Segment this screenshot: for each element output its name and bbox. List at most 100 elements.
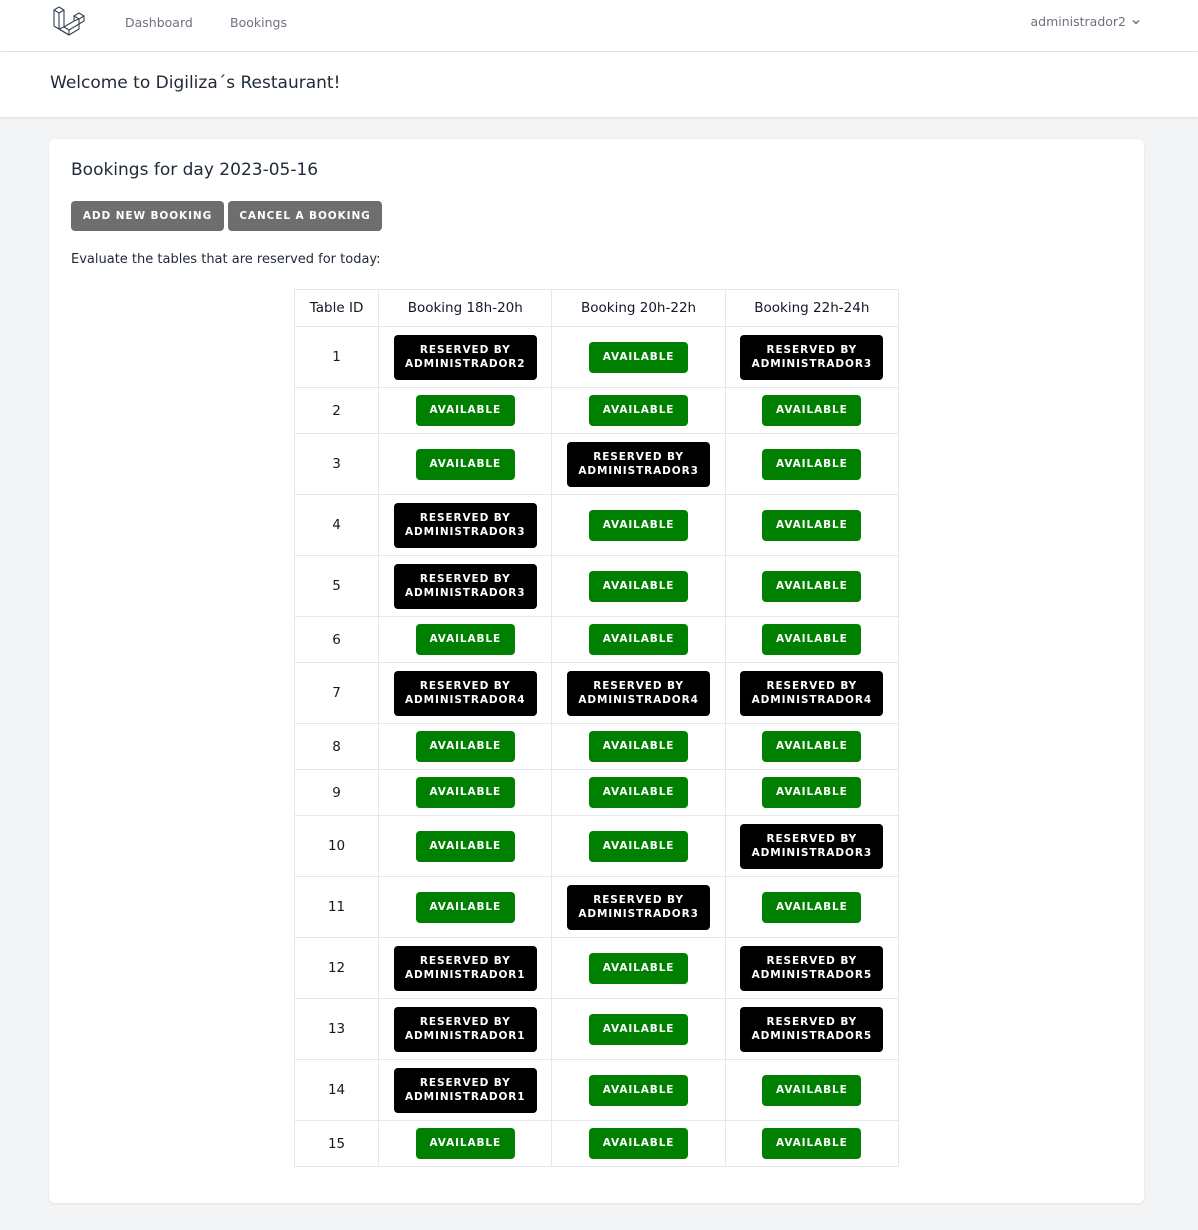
available-badge[interactable]: AVAILABLE xyxy=(415,448,515,480)
add-booking-button[interactable]: ADD NEW BOOKING xyxy=(71,201,224,231)
available-badge[interactable]: AVAILABLE xyxy=(415,731,515,762)
page-title: Welcome to Digiliza´s Restaurant! xyxy=(50,73,341,93)
reserved-badge[interactable]: RESERVED BY ADMINISTRADOR3 xyxy=(567,884,711,930)
booking-slot-cell: RESERVED BY ADMINISTRADOR3 xyxy=(724,815,900,877)
booking-slot-cell: AVAILABLE xyxy=(378,723,553,770)
reserved-badge[interactable]: RESERVED BY ADMINISTRADOR3 xyxy=(393,502,537,548)
available-badge[interactable]: AVAILABLE xyxy=(415,624,515,655)
nav-dashboard-link[interactable]: Dashboard xyxy=(125,15,193,30)
top-navbar: Dashboard Bookings administrador2 xyxy=(0,0,1198,52)
available-badge[interactable]: AVAILABLE xyxy=(762,1128,862,1159)
booking-slot-cell: AVAILABLE xyxy=(724,1059,900,1121)
booking-slot-cell: AVAILABLE xyxy=(724,1120,900,1167)
reserved-badge[interactable]: RESERVED BY ADMINISTRADOR3 xyxy=(567,441,711,487)
table-row: 14 RESERVED BY ADMINISTRADOR1 AVAILABLE AVA… xyxy=(293,1059,900,1121)
booking-slot-cell: AVAILABLE xyxy=(378,433,553,495)
booking-slot-cell: AVAILABLE xyxy=(724,769,900,816)
available-badge[interactable]: AVAILABLE xyxy=(589,624,689,655)
table-row: 15 AVAILABLE AVAILABLE AVAILABLE xyxy=(293,1120,900,1167)
laravel-logo-icon[interactable] xyxy=(52,5,86,39)
reserved-badge[interactable]: RESERVED BY ADMINISTRADOR3 xyxy=(740,823,884,869)
available-badge[interactable]: AVAILABLE xyxy=(762,891,862,923)
available-badge[interactable]: AVAILABLE xyxy=(762,777,862,808)
booking-slot-cell: AVAILABLE xyxy=(378,769,553,816)
table-id-cell: 8 xyxy=(293,723,380,770)
reserved-badge[interactable]: RESERVED BY ADMINISTRADOR1 xyxy=(393,1067,537,1113)
available-badge[interactable]: AVAILABLE xyxy=(589,777,689,808)
bookings-table: Table ID Booking 18h-20h Booking 20h-22h… xyxy=(293,289,900,1167)
table-row: 13 RESERVED BY ADMINISTRADOR1 AVAILABLE RES… xyxy=(293,998,900,1060)
reserved-badge[interactable]: RESERVED BY ADMINISTRADOR2 xyxy=(393,334,537,380)
reserved-badge[interactable]: RESERVED BY ADMINISTRADOR3 xyxy=(740,334,884,380)
available-badge[interactable]: AVAILABLE xyxy=(762,731,862,762)
available-badge[interactable]: AVAILABLE xyxy=(415,395,515,426)
table-row: 9 AVAILABLE AVAILABLE AVAILABLE xyxy=(293,769,900,816)
booking-slot-cell: AVAILABLE xyxy=(724,723,900,770)
column-header-table-id: Table ID xyxy=(293,289,380,327)
available-badge[interactable]: AVAILABLE xyxy=(415,830,515,862)
available-badge[interactable]: AVAILABLE xyxy=(762,1074,862,1106)
booking-slot-cell: RESERVED BY ADMINISTRADOR4 xyxy=(378,662,553,724)
reserved-badge[interactable]: RESERVED BY ADMINISTRADOR4 xyxy=(567,670,711,716)
available-badge[interactable]: AVAILABLE xyxy=(589,341,689,373)
booking-slot-cell: RESERVED BY ADMINISTRADOR1 xyxy=(378,998,553,1060)
page-header: Welcome to Digiliza´s Restaurant! xyxy=(0,52,1198,117)
booking-slot-cell: AVAILABLE xyxy=(551,616,726,663)
table-row: 4 RESERVED BY ADMINISTRADOR3 AVAILABLE AVAI… xyxy=(293,494,900,556)
available-badge[interactable]: AVAILABLE xyxy=(415,777,515,808)
booking-slot-cell: AVAILABLE xyxy=(724,433,900,495)
table-id-cell: 15 xyxy=(293,1120,380,1167)
available-badge[interactable]: AVAILABLE xyxy=(589,570,689,602)
available-badge[interactable]: AVAILABLE xyxy=(415,891,515,923)
table-row: 5 RESERVED BY ADMINISTRADOR3 AVAILABLE AVAI… xyxy=(293,555,900,617)
booking-slot-cell: AVAILABLE xyxy=(551,998,726,1060)
available-badge[interactable]: AVAILABLE xyxy=(589,395,689,426)
column-header-20h-22h: Booking 20h-22h xyxy=(551,289,726,327)
table-id-cell: 13 xyxy=(293,998,380,1060)
reserved-badge[interactable]: RESERVED BY ADMINISTRADOR4 xyxy=(740,670,884,716)
booking-slot-cell: RESERVED BY ADMINISTRADOR2 xyxy=(378,326,553,388)
booking-slot-cell: AVAILABLE xyxy=(378,815,553,877)
booking-slot-cell: AVAILABLE xyxy=(551,1059,726,1121)
booking-slot-cell: RESERVED BY ADMINISTRADOR4 xyxy=(724,662,900,724)
available-badge[interactable]: AVAILABLE xyxy=(589,509,689,541)
booking-slot-cell: AVAILABLE xyxy=(724,876,900,938)
booking-slot-cell: AVAILABLE xyxy=(551,387,726,434)
booking-slot-cell: RESERVED BY ADMINISTRADOR3 xyxy=(724,326,900,388)
available-badge[interactable]: AVAILABLE xyxy=(589,952,689,984)
available-badge[interactable]: AVAILABLE xyxy=(415,1128,515,1159)
reserved-badge[interactable]: RESERVED BY ADMINISTRADOR5 xyxy=(740,1006,884,1052)
available-badge[interactable]: AVAILABLE xyxy=(762,570,862,602)
table-id-cell: 2 xyxy=(293,387,380,434)
cancel-booking-button[interactable]: CANCEL A BOOKING xyxy=(228,201,382,231)
available-badge[interactable]: AVAILABLE xyxy=(589,731,689,762)
available-badge[interactable]: AVAILABLE xyxy=(762,395,862,426)
available-badge[interactable]: AVAILABLE xyxy=(762,624,862,655)
available-badge[interactable]: AVAILABLE xyxy=(589,830,689,862)
booking-slot-cell: RESERVED BY ADMINISTRADOR3 xyxy=(551,876,726,938)
available-badge[interactable]: AVAILABLE xyxy=(762,448,862,480)
available-badge[interactable]: AVAILABLE xyxy=(589,1128,689,1159)
reserved-badge[interactable]: RESERVED BY ADMINISTRADOR5 xyxy=(740,945,884,991)
reserved-badge[interactable]: RESERVED BY ADMINISTRADOR3 xyxy=(393,563,537,609)
available-badge[interactable]: AVAILABLE xyxy=(589,1013,689,1045)
booking-slot-cell: AVAILABLE xyxy=(551,1120,726,1167)
reserved-badge[interactable]: RESERVED BY ADMINISTRADOR1 xyxy=(393,1006,537,1052)
column-header-18h-20h: Booking 18h-20h xyxy=(378,289,553,327)
booking-slot-cell: AVAILABLE xyxy=(551,769,726,816)
booking-slot-cell: RESERVED BY ADMINISTRADOR4 xyxy=(551,662,726,724)
reserved-badge[interactable]: RESERVED BY ADMINISTRADOR4 xyxy=(393,670,537,716)
reserved-badge[interactable]: RESERVED BY ADMINISTRADOR1 xyxy=(393,945,537,991)
table-row: 11 AVAILABLE RESERVED BY ADMINISTRADOR3 AVA… xyxy=(293,876,900,938)
user-menu[interactable]: administrador2 xyxy=(1030,14,1141,29)
available-badge[interactable]: AVAILABLE xyxy=(762,509,862,541)
booking-slot-cell: AVAILABLE xyxy=(724,387,900,434)
bookings-card: Bookings for day 2023-05-16 ADD NEW BOOK… xyxy=(49,139,1144,1203)
booking-slot-cell: RESERVED BY ADMINISTRADOR5 xyxy=(724,937,900,999)
booking-slot-cell: AVAILABLE xyxy=(378,876,553,938)
table-row: 10 AVAILABLE AVAILABLE RESERVED BY ADMINIST… xyxy=(293,815,900,877)
table-id-cell: 4 xyxy=(293,494,380,556)
booking-slot-cell: RESERVED BY ADMINISTRADOR1 xyxy=(378,937,553,999)
nav-bookings-link[interactable]: Bookings xyxy=(230,15,287,30)
available-badge[interactable]: AVAILABLE xyxy=(589,1074,689,1106)
